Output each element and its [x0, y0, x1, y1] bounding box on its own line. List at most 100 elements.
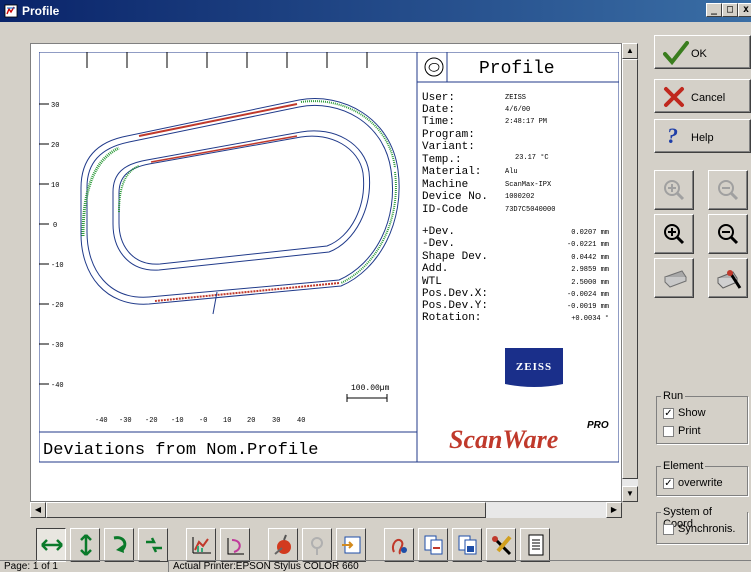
document-icon — [528, 534, 544, 556]
cancel-button[interactable]: Cancel — [654, 79, 751, 113]
status-bar: Page: 1 of 1 Actual Printer:EPSON Stylus… — [0, 560, 751, 572]
probe-disabled-button[interactable] — [302, 528, 332, 562]
tools-icon — [492, 535, 512, 556]
info-label: Time: — [422, 116, 455, 128]
vertical-scrollbar[interactable]: ▲ ▼ — [622, 43, 638, 502]
x-tick-label: -0 — [199, 417, 207, 425]
report-viewport[interactable]: 30 20 10 0 -10 -20 -30 -40 -40 -30 -20 -… — [30, 43, 622, 502]
window-title: Profile — [22, 4, 60, 18]
print-checkbox-box[interactable] — [663, 425, 674, 437]
rotate-button[interactable] — [104, 528, 134, 562]
x-tick-label: -10 — [171, 417, 184, 425]
brand-suffix: PRO — [587, 420, 609, 431]
help-button[interactable]: ? Help — [654, 119, 751, 153]
measure-button[interactable] — [268, 528, 298, 562]
horizontal-scrollbar[interactable]: ◀ ▶ — [30, 502, 622, 518]
ok-label: OK — [691, 48, 707, 60]
fit-width-button[interactable] — [36, 528, 66, 562]
zoom-in-button[interactable] — [654, 214, 694, 254]
mirror-button[interactable] — [138, 528, 168, 562]
x-tick-label: 10 — [223, 417, 231, 425]
save-copy-button[interactable] — [452, 528, 482, 562]
result-label: Shape Dev. — [422, 251, 488, 263]
info-value: ScanMax-IPX — [505, 181, 552, 189]
info-value: 2:48:17 PM — [505, 118, 547, 126]
info-label: Variant: — [422, 141, 475, 153]
scroll-right-button[interactable]: ▶ — [606, 502, 622, 518]
element-group-title: Element — [661, 460, 706, 472]
result-value: 2.5000 mm — [571, 279, 609, 287]
synchronis-label: Synchronis. — [678, 523, 736, 536]
rotate-icon — [113, 536, 127, 553]
synchronis-checkbox[interactable]: Synchronis. — [663, 523, 735, 535]
scroll-left-button[interactable]: ◀ — [30, 502, 46, 518]
y-tick-label: -40 — [51, 382, 64, 390]
report-page: 30 20 10 0 -10 -20 -30 -40 -40 -30 -20 -… — [39, 52, 619, 497]
y-tick-label: -10 — [51, 262, 64, 270]
copy-icon — [424, 535, 443, 555]
deviation-chart-icon — [227, 538, 244, 555]
x-tick-label: -30 — [119, 417, 132, 425]
probe-icon — [311, 537, 323, 555]
printer-setup-button[interactable] — [708, 258, 748, 298]
close-button[interactable]: x — [738, 3, 751, 17]
overwrite-checkbox[interactable]: ✓ overwrite — [663, 477, 723, 489]
y-tick-label: 20 — [51, 142, 59, 150]
import-button[interactable] — [336, 528, 366, 562]
checkmark-icon — [663, 41, 689, 65]
print-button[interactable] — [654, 258, 694, 298]
scroll-up-button[interactable]: ▲ — [622, 43, 638, 59]
run-group: Run ✓ Show Print — [656, 390, 748, 444]
result-value: -0.0221 mm — [567, 241, 609, 249]
brand-name: ScanWare — [449, 425, 558, 454]
app-icon — [4, 4, 18, 18]
zoom-out-disabled-button[interactable] — [708, 170, 748, 210]
minimize-button[interactable]: _ — [706, 3, 722, 17]
show-checkbox[interactable]: ✓ Show — [663, 407, 706, 419]
x-tick-label: -20 — [145, 417, 158, 425]
save-copy-icon — [458, 535, 477, 555]
profile-view-button[interactable] — [186, 528, 216, 562]
result-label: Pos.Dev.Y: — [422, 300, 488, 312]
result-value: -0.0024 mm — [567, 291, 609, 299]
cancel-label: Cancel — [691, 92, 726, 104]
show-checkbox-box[interactable]: ✓ — [663, 407, 674, 419]
horizontal-scroll-thumb[interactable] — [46, 502, 486, 518]
info-value: Alu — [505, 168, 518, 176]
vertical-arrows-icon — [80, 534, 92, 556]
info-label: Device No. — [422, 191, 488, 203]
scroll-corner — [622, 502, 638, 518]
caption-text: Deviations from Nom.Profile — [43, 441, 318, 460]
synchronis-checkbox-box[interactable] — [663, 523, 674, 535]
fit-height-button[interactable] — [70, 528, 100, 562]
copy-button[interactable] — [418, 528, 448, 562]
report-button[interactable] — [520, 528, 550, 562]
printer-icon — [664, 270, 687, 288]
maximize-button[interactable]: □ — [722, 3, 738, 17]
zoom-out-button[interactable] — [708, 214, 748, 254]
scroll-down-button[interactable]: ▼ — [622, 486, 638, 502]
import-icon — [342, 536, 361, 554]
run-group-title: Run — [661, 390, 686, 402]
deviation-view-button[interactable] — [220, 528, 250, 562]
ok-button[interactable]: OK — [654, 35, 751, 69]
info-label: Program: — [422, 129, 475, 141]
apple-measure-icon — [274, 534, 291, 555]
info-label: ID-Code — [422, 204, 468, 216]
overwrite-checkbox-box[interactable]: ✓ — [663, 477, 674, 489]
title-bar[interactable]: Profile _ □ x — [0, 0, 751, 22]
zoom-in-icon — [664, 224, 685, 245]
printer-setup-icon — [717, 270, 742, 289]
zoom-in-disabled-button[interactable] — [654, 170, 694, 210]
settings-button[interactable] — [486, 528, 516, 562]
overwrite-label: overwrite — [678, 477, 723, 490]
print-checkbox[interactable]: Print — [663, 425, 701, 437]
result-label: +Dev. — [422, 226, 455, 238]
info-label: Date: — [422, 104, 455, 116]
probe-path-button[interactable] — [384, 528, 414, 562]
info-value: ZEISS — [505, 94, 526, 102]
y-tick-label: -30 — [51, 342, 64, 350]
info-value: 23.17 °C — [515, 153, 549, 162]
vertical-scroll-thumb[interactable] — [622, 59, 638, 479]
info-value: 73D7C5040000 — [505, 206, 555, 214]
